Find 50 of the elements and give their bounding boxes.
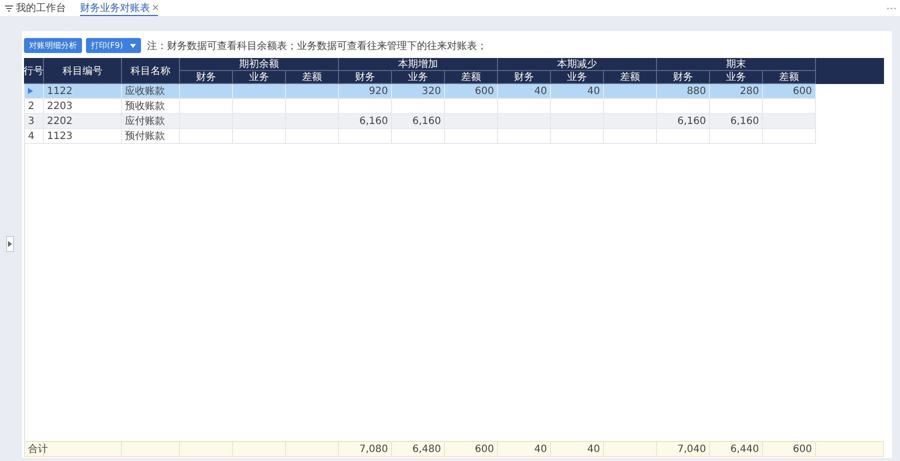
table-cell: 7,080 bbox=[359, 444, 388, 454]
table-cell: 6,160 bbox=[730, 116, 759, 126]
table-row[interactable]: 3 2202 应付账款 6,160 6,160 6,160 6,160 bbox=[25, 114, 816, 129]
table-row[interactable]: 4 1123 预付账款 bbox=[25, 129, 816, 144]
more-icon[interactable] bbox=[887, 6, 896, 10]
table-cell: 40 bbox=[587, 444, 600, 454]
table-cell: 600 bbox=[792, 86, 812, 96]
table-cell: 600 bbox=[474, 444, 494, 454]
column-group-header: 期初余额 bbox=[180, 58, 339, 71]
table-cell: 880 bbox=[686, 86, 706, 96]
analysis-button[interactable]: 对账明细分析 bbox=[24, 38, 82, 53]
tab[interactable]: 财务业务对账表 bbox=[80, 0, 158, 16]
table-cell: 7,040 bbox=[677, 444, 706, 454]
caret-icon bbox=[130, 44, 136, 48]
table-cell: 2202 bbox=[47, 116, 72, 126]
column-group-header: 期末 bbox=[657, 58, 816, 71]
table-cell: 320 bbox=[422, 86, 441, 96]
table-cell: 280 bbox=[740, 86, 759, 96]
total-label: 合计 bbox=[28, 442, 48, 456]
table-row[interactable]: 1122 应收账款 920 320 600 40 40 880 280 600 bbox=[25, 84, 816, 99]
column-group-header: 本期增加 bbox=[339, 58, 498, 71]
table-cell: 600 bbox=[474, 86, 494, 96]
tab[interactable]: 我的工作台 bbox=[5, 0, 66, 16]
table-cell-text: 预收账款 bbox=[125, 100, 165, 113]
table-cell: 600 bbox=[792, 444, 812, 454]
close-icon[interactable] bbox=[153, 5, 158, 10]
column-group-header: 本期减少 bbox=[498, 58, 657, 71]
side-panel-handle[interactable] bbox=[6, 236, 14, 252]
table-cell-text: 应收账款 bbox=[125, 84, 165, 98]
table-cell: 6,160 bbox=[677, 116, 706, 126]
table-cell: 3 bbox=[28, 116, 34, 126]
print-button[interactable]: 打印(F9) bbox=[86, 38, 141, 53]
table-cell: 40 bbox=[587, 86, 600, 96]
table-cell: 6,160 bbox=[412, 116, 441, 126]
table-cell: 2203 bbox=[47, 100, 72, 112]
table-cell-text: 预付账款 bbox=[125, 130, 165, 143]
table-cell: 4 bbox=[28, 130, 34, 142]
table-cell: 2 bbox=[28, 100, 34, 112]
table-cell: 40 bbox=[534, 86, 547, 96]
table-cell: 1122 bbox=[47, 86, 72, 96]
menu-icon bbox=[5, 4, 13, 12]
table-cell: 920 bbox=[368, 86, 388, 96]
row-pointer-icon bbox=[28, 88, 33, 94]
table-cell-text: 应付账款 bbox=[125, 114, 165, 128]
note-text: 注：财务数据可查看科目余额表；业务数据可查看往来管理下的往来对账表； bbox=[146, 40, 487, 52]
table-cell: 6,440 bbox=[730, 444, 759, 454]
table-cell: 6,480 bbox=[412, 444, 441, 454]
table-cell: 40 bbox=[534, 444, 547, 454]
table-cell: 1123 bbox=[47, 130, 72, 142]
table-cell: 6,160 bbox=[359, 116, 388, 126]
